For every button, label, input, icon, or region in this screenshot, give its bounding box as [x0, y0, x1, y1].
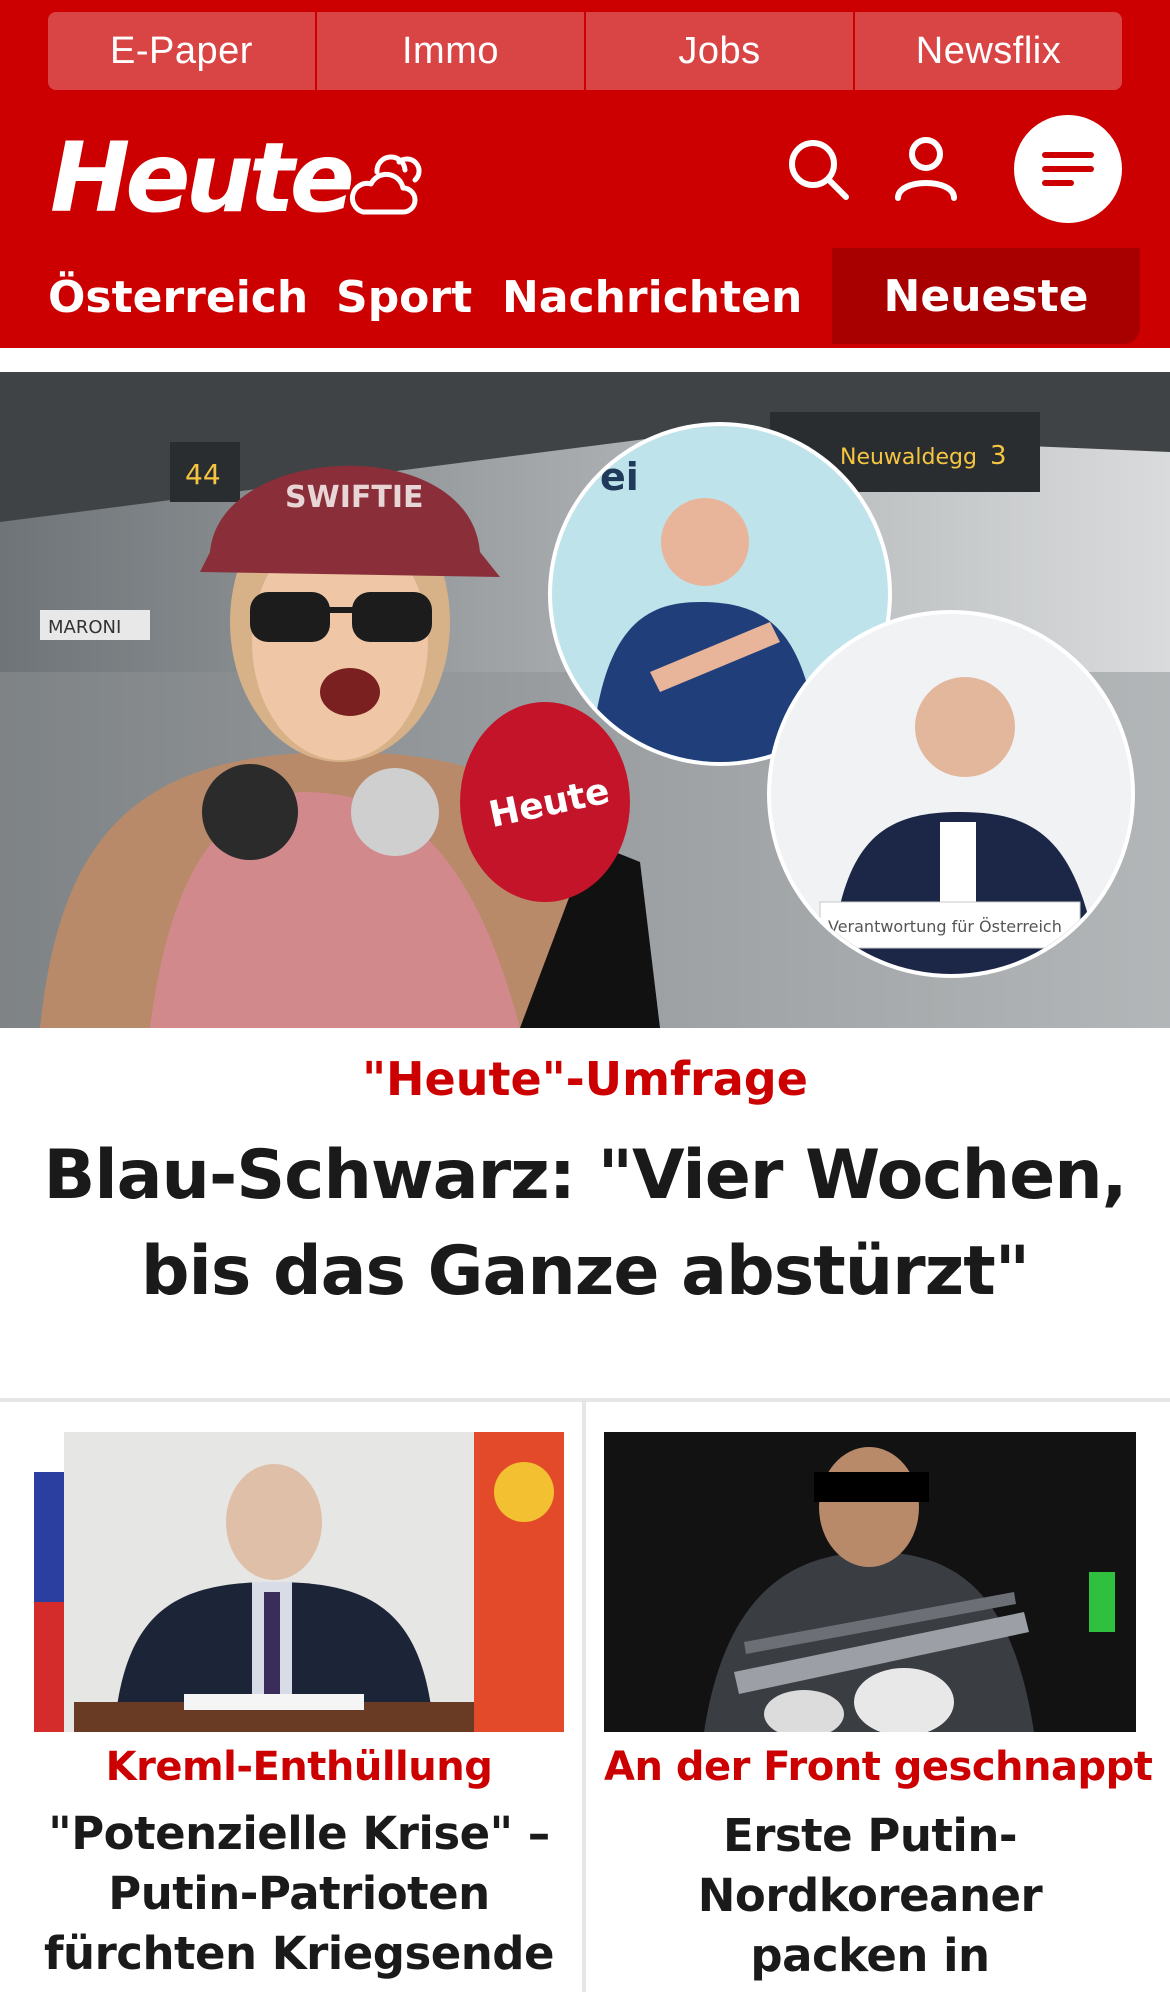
svg-text:MARONI: MARONI	[48, 617, 121, 638]
top-nav: E-Paper Immo Jobs Newsflix	[48, 12, 1122, 90]
section-nav: Österreich Sport Nachrichten Neueste	[0, 248, 1170, 348]
menu-button[interactable]	[1014, 115, 1122, 223]
site-header: E-Paper Immo Jobs Newsflix Heute Österre…	[0, 0, 1170, 348]
teaser-image-1[interactable]	[34, 1432, 564, 1732]
logo-row: Heute	[0, 100, 1170, 250]
teaser-kicker-1: Kreml-Enthüllung	[105, 1744, 493, 1790]
top-nav-epaper[interactable]: E-Paper	[48, 12, 315, 90]
top-nav-newsflix[interactable]: Newsflix	[853, 12, 1122, 90]
teaser-kicker-2: An der Front geschnappt	[604, 1744, 1153, 1790]
search-icon[interactable]	[784, 135, 854, 205]
hero-photo-collage: Neuwaldegg 3 44 MARONI SWIFTIE Heute ei …	[0, 372, 1170, 1028]
teaser-image-2[interactable]	[604, 1432, 1136, 1732]
section-nachrichten[interactable]: Nachrichten	[502, 272, 802, 323]
teaser-headline-2[interactable]: Erste Putin-Nordkoreaner packen in Gefan…	[604, 1806, 1136, 1992]
hero-headline[interactable]: Blau-Schwarz: "Vier Wochen, bis das Ganz…	[10, 1128, 1160, 1320]
teaser-headline-1[interactable]: "Potenzielle Krise" – Putin-Patrioten fü…	[34, 1804, 564, 1984]
site-logo[interactable]: Heute	[50, 130, 355, 226]
section-oesterreich[interactable]: Österreich	[48, 272, 308, 323]
section-sport[interactable]: Sport	[336, 272, 472, 323]
svg-text:44: 44	[185, 458, 221, 491]
hamburger-menu-icon	[1042, 152, 1094, 186]
svg-text:Verantwortung für Österreich: Verantwortung für Österreich	[828, 917, 1062, 936]
top-nav-immo[interactable]: Immo	[315, 12, 584, 90]
section-neueste-tab[interactable]: Neueste	[832, 248, 1140, 344]
svg-text:Neuwaldegg: Neuwaldegg	[840, 445, 977, 470]
svg-text:SWIFTIE: SWIFTIE	[285, 480, 423, 515]
cloud-sun-icon[interactable]	[345, 150, 423, 220]
top-nav-jobs[interactable]: Jobs	[584, 12, 853, 90]
teaser-photo-2	[604, 1432, 1136, 1732]
teaser-photo-1	[34, 1432, 564, 1732]
user-icon[interactable]	[890, 132, 962, 204]
hero-kicker: "Heute"-Umfrage	[362, 1052, 808, 1106]
column-divider	[582, 1400, 586, 1992]
hero-image[interactable]: Neuwaldegg 3 44 MARONI SWIFTIE Heute ei …	[0, 372, 1170, 1028]
svg-text:3: 3	[990, 441, 1007, 471]
